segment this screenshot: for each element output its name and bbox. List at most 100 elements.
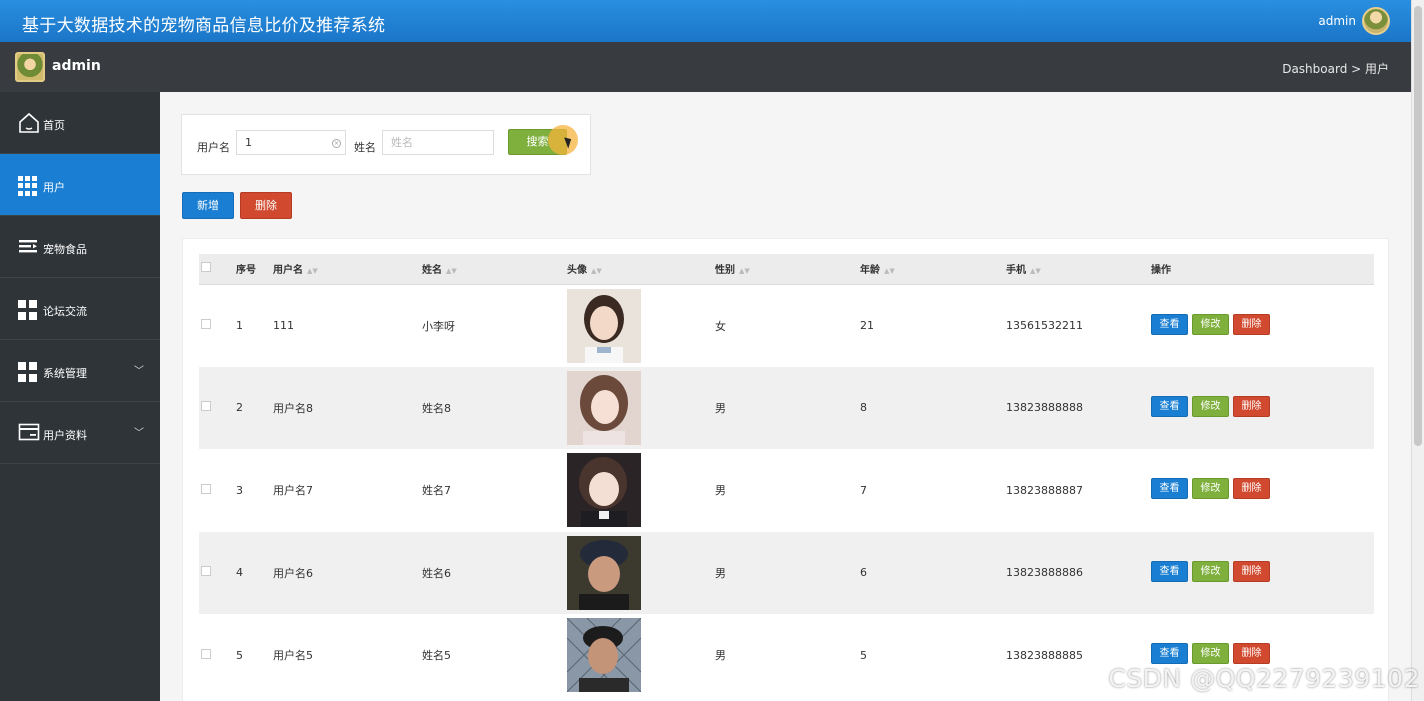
delete-selected-button[interactable]: 删除: [240, 192, 292, 219]
avatar-photo: [567, 535, 641, 610]
user-table: 序号 用户名 ▲▼ 姓名 ▲▼ 头像 ▲▼ 性别 ▲▼ 年龄 ▲▼ 手机 ▲▼ 操作 1 1…: [199, 254, 1374, 697]
username-input[interactable]: [236, 130, 346, 155]
sidebar-item-label: 用户资料: [43, 429, 87, 442]
sort-icon: ▲▼: [307, 267, 318, 276]
app-title: 基于大数据技术的宠物商品信息比价及推荐系统: [22, 16, 386, 36]
breadcrumb: Dashboard > 用户: [1282, 62, 1389, 76]
select-all-checkbox[interactable]: [201, 262, 211, 273]
sort-icon: ▲▼: [446, 267, 457, 276]
sidebar-item-label: 论坛交流: [43, 305, 87, 318]
row-checkbox[interactable]: [201, 566, 211, 577]
chevron-down-icon: ﹀: [134, 428, 144, 439]
header-name[interactable]: 姓名 ▲▼: [422, 254, 567, 285]
sidebar-item-label: 首页: [43, 119, 65, 132]
grid-icon: [18, 362, 38, 382]
row-checkbox[interactable]: [201, 648, 211, 659]
header-gender[interactable]: 性别 ▲▼: [715, 254, 860, 285]
table-row: 1 111 小李呀 女 21 13561532211 查看 修改 删除: [199, 284, 1374, 367]
edit-button[interactable]: 修改: [1192, 560, 1229, 582]
cell-username: 用户名5: [273, 649, 313, 663]
cell-gender: 男: [715, 566, 726, 580]
search-panel: 用户名 × 姓名 搜索: [181, 114, 591, 175]
user-table-panel: 序号 用户名 ▲▼ 姓名 ▲▼ 头像 ▲▼ 性别 ▲▼ 年龄 ▲▼ 手机 ▲▼ 操作 1 1…: [182, 238, 1389, 701]
sidebar-item-pet-food[interactable]: 宠物食品: [0, 216, 160, 278]
cell-no: 4: [236, 566, 243, 580]
header-avatar[interactable]: 头像 ▲▼: [567, 254, 715, 285]
sidebar-item-forum[interactable]: 论坛交流: [0, 278, 160, 340]
cell-age: 8: [860, 401, 867, 415]
cell-username: 用户名7: [273, 484, 313, 498]
cell-name: 姓名8: [422, 401, 451, 415]
username-label: 用户名: [197, 141, 230, 154]
header-age[interactable]: 年龄 ▲▼: [860, 254, 1006, 285]
avatar-photo: [567, 618, 641, 693]
edit-button[interactable]: 修改: [1192, 643, 1229, 665]
table-row: 3 用户名7 姓名7 男 7 13823888887 查看 修改 删除: [199, 449, 1374, 532]
header-username[interactable]: 用户名 ▲▼: [273, 254, 422, 285]
cell-no: 3: [236, 483, 243, 497]
delete-button[interactable]: 删除: [1233, 643, 1270, 665]
sidebar: 首页 用户 宠物食品 论坛交流 系统管理 ﹀ 用户资料 ﹀: [0, 92, 160, 701]
clear-icon[interactable]: ×: [332, 139, 341, 148]
page-scrollbar[interactable]: [1411, 0, 1424, 701]
view-button[interactable]: 查看: [1151, 560, 1188, 582]
view-button[interactable]: 查看: [1151, 395, 1188, 417]
cell-username: 111: [273, 319, 294, 332]
sidebar-item-system[interactable]: 系统管理 ﹀: [0, 340, 160, 402]
sort-icon: ▲▼: [591, 267, 602, 276]
sub-header: admin Dashboard > 用户: [0, 42, 1411, 92]
cell-username: 用户名8: [273, 401, 313, 415]
watermark: CSDN @QQ2279239102: [1108, 664, 1420, 693]
sidebar-item-label: 宠物食品: [43, 243, 87, 256]
avatar-photo: [567, 370, 641, 445]
avatar-photo: [567, 453, 641, 528]
cell-no: 1: [236, 319, 243, 332]
header-actions: 操作: [1151, 254, 1374, 285]
cell-name: 姓名5: [422, 649, 451, 663]
sort-icon: ▲▼: [1030, 267, 1041, 276]
row-checkbox[interactable]: [201, 483, 211, 494]
top-username[interactable]: admin: [1318, 14, 1356, 28]
cell-gender: 男: [715, 649, 726, 663]
edit-button[interactable]: 修改: [1192, 395, 1229, 417]
cell-phone: 13823888887: [1006, 483, 1083, 497]
cell-gender: 男: [715, 484, 726, 498]
delete-button[interactable]: 删除: [1233, 395, 1270, 417]
top-avatar[interactable]: [1362, 7, 1390, 35]
scrollbar-thumb[interactable]: [1414, 6, 1422, 446]
name-label: 姓名: [354, 141, 376, 154]
main-content: 用户名 × 姓名 搜索 新增 删除 序号 用户名▲▼ 姓名▲▼ 头像▲▼ 性别▲…: [160, 92, 1411, 701]
view-button[interactable]: 查看: [1151, 643, 1188, 665]
cell-name: 姓名6: [422, 566, 451, 580]
add-button[interactable]: 新增: [182, 192, 234, 219]
table-row: 4 用户名6 姓名6 男 6 13823888886 查看 修改 删除: [199, 531, 1374, 614]
table-header-row: 序号 用户名 ▲▼ 姓名 ▲▼ 头像 ▲▼ 性别 ▲▼ 年龄 ▲▼ 手机 ▲▼ 操作: [199, 254, 1374, 285]
cell-gender: 男: [715, 401, 726, 415]
sidebar-item-home[interactable]: 首页: [0, 92, 160, 154]
header-no: 序号: [236, 254, 273, 285]
row-checkbox[interactable]: [201, 401, 211, 412]
sidebar-item-label: 系统管理: [43, 367, 87, 380]
name-input[interactable]: [382, 130, 494, 155]
cell-phone: 13823888886: [1006, 566, 1083, 580]
delete-button[interactable]: 删除: [1233, 560, 1270, 582]
cell-age: 7: [860, 483, 867, 497]
edit-button[interactable]: 修改: [1192, 478, 1229, 500]
cursor-highlight: [548, 125, 578, 155]
delete-button[interactable]: 删除: [1233, 478, 1270, 500]
home-icon: [18, 112, 39, 133]
list-icon: [18, 236, 38, 256]
edit-button[interactable]: 修改: [1192, 313, 1229, 335]
sidebar-item-users[interactable]: 用户: [0, 154, 160, 216]
sidebar-item-label: 用户: [43, 181, 65, 194]
view-button[interactable]: 查看: [1151, 313, 1188, 335]
view-button[interactable]: 查看: [1151, 478, 1188, 500]
delete-button[interactable]: 删除: [1233, 313, 1270, 335]
row-checkbox[interactable]: [201, 319, 211, 329]
cell-no: 5: [236, 648, 243, 662]
header-phone[interactable]: 手机 ▲▼: [1006, 254, 1151, 285]
avatar-photo: [567, 288, 641, 363]
top-header: 基于大数据技术的宠物商品信息比价及推荐系统 admin: [0, 0, 1411, 42]
sidebar-item-profile[interactable]: 用户资料 ﹀: [0, 402, 160, 464]
user-name: admin: [52, 58, 101, 74]
